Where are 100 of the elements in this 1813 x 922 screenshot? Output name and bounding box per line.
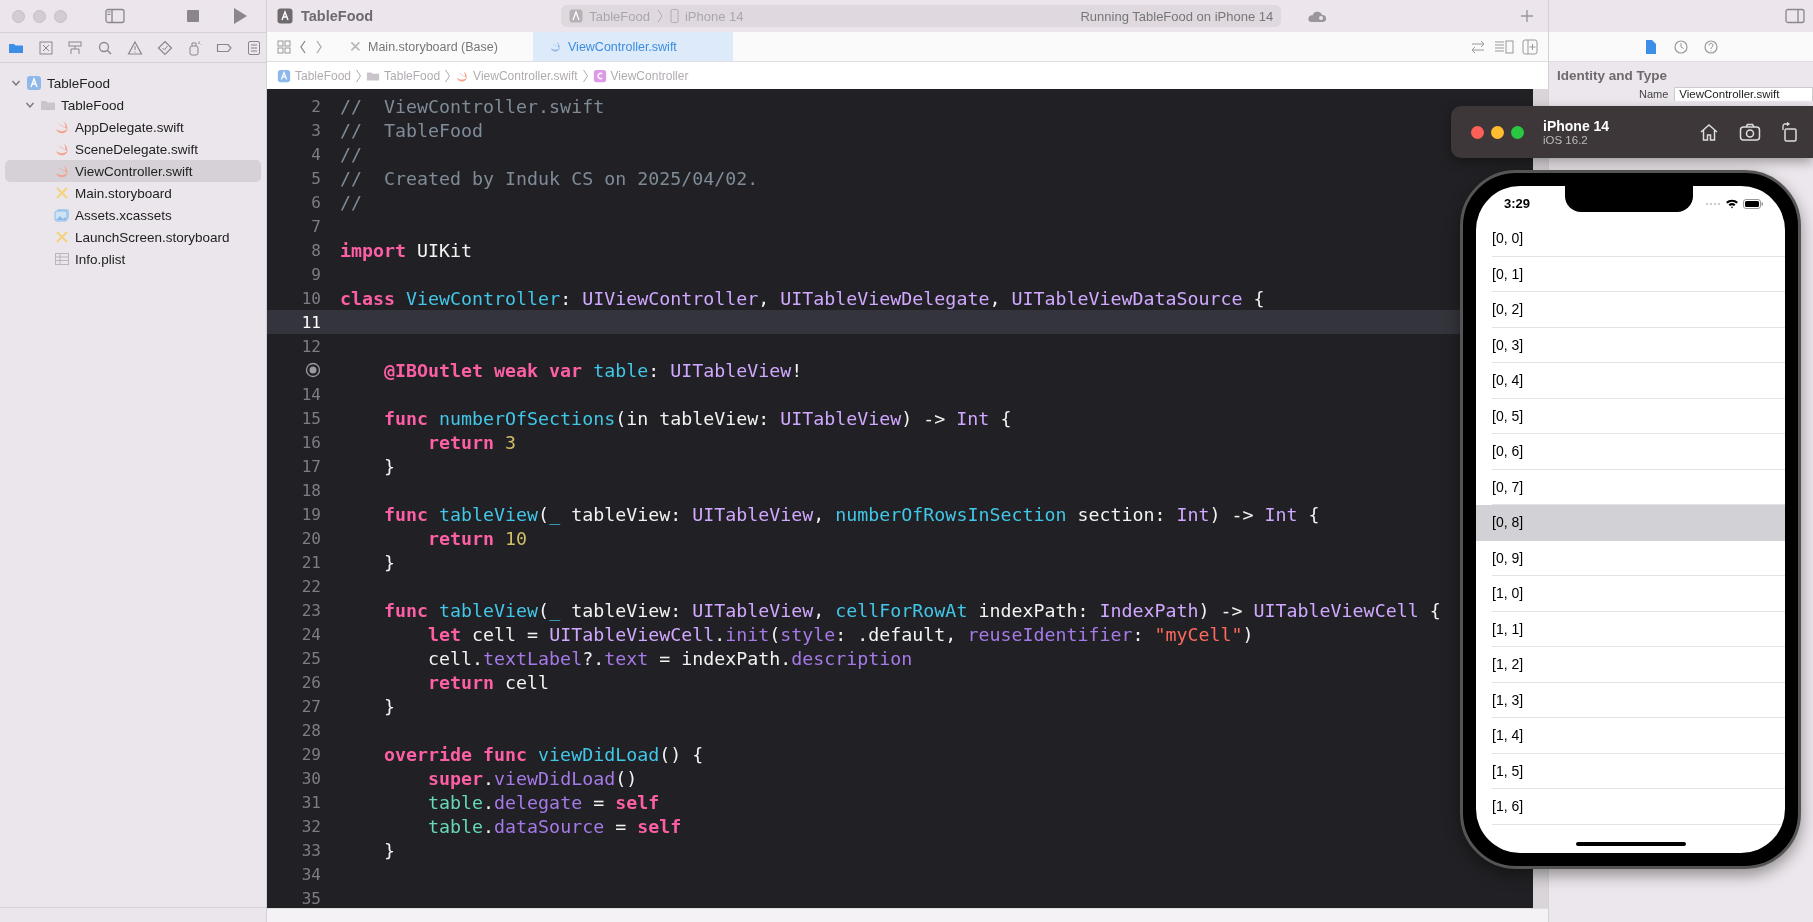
sidebar-toggle-icon[interactable] bbox=[1785, 8, 1805, 24]
selected-row-highlight[interactable]: ViewController.swift bbox=[5, 160, 261, 182]
table-row[interactable]: [0, 5] bbox=[1476, 398, 1785, 434]
code-line: } bbox=[384, 455, 396, 477]
row-label: [1, 0] bbox=[1492, 585, 1524, 602]
file-name[interactable]: Main.storyboard bbox=[75, 185, 172, 201]
line-number: 21 bbox=[300, 552, 321, 572]
row-label: [1, 6] bbox=[1492, 798, 1524, 815]
connection-dot-icon[interactable] bbox=[305, 362, 321, 378]
search-icon[interactable] bbox=[97, 39, 114, 56]
table-row[interactable]: [1, 3] bbox=[1476, 682, 1785, 718]
code-line: override func viewDidLoad() { bbox=[384, 743, 704, 765]
clock-icon[interactable] bbox=[1673, 38, 1689, 55]
line-number: 34 bbox=[300, 864, 321, 884]
table-row[interactable]: [1, 0] bbox=[1476, 576, 1785, 612]
window-button[interactable] bbox=[1511, 125, 1524, 139]
file-name[interactable]: SceneDelegate.swift bbox=[75, 141, 199, 157]
file-name[interactable]: LaunchScreen.storyboard bbox=[75, 229, 230, 245]
code-line: // bbox=[340, 143, 362, 165]
table-row[interactable]: [0, 8] bbox=[1476, 505, 1785, 541]
line-number: 27 bbox=[300, 696, 321, 716]
rotate-icon[interactable] bbox=[1781, 122, 1799, 142]
line-number: 23 bbox=[300, 600, 321, 620]
help-icon[interactable] bbox=[1703, 38, 1719, 55]
hierarchy-icon[interactable] bbox=[67, 39, 84, 56]
class-icon bbox=[592, 68, 607, 83]
name-field[interactable]: ViewController.swift bbox=[1674, 87, 1813, 101]
grid-icon[interactable] bbox=[277, 39, 291, 54]
code-line: func numberOfSections(in tableView: UITableView) -> Int { bbox=[384, 407, 1012, 429]
row-label: [0, 8] bbox=[1492, 514, 1524, 531]
chevron-right-icon bbox=[444, 68, 452, 83]
table-row[interactable]: [0, 1] bbox=[1476, 256, 1785, 292]
list-icon[interactable] bbox=[246, 39, 263, 56]
editor-tab[interactable]: Main.storyboard (Base) bbox=[333, 32, 533, 61]
line-number: 32 bbox=[300, 816, 321, 836]
storyboard-file-icon bbox=[54, 185, 70, 201]
table-row[interactable]: [0, 2] bbox=[1476, 292, 1785, 328]
table-row[interactable]: [1, 5] bbox=[1476, 753, 1785, 789]
window-button[interactable] bbox=[1471, 125, 1484, 139]
line-number: 35 bbox=[300, 888, 321, 908]
back-icon[interactable] bbox=[299, 39, 307, 54]
code-line: table.dataSource = self bbox=[428, 815, 682, 837]
file-name[interactable]: ViewController.swift bbox=[75, 163, 193, 179]
disclosure-caret-icon[interactable] bbox=[11, 78, 21, 88]
table-row[interactable]: [0, 0] bbox=[1476, 221, 1785, 257]
image-assets-icon bbox=[54, 207, 70, 223]
file-name[interactable]: TableFood bbox=[47, 75, 111, 91]
inspector-layout-icon[interactable] bbox=[1494, 39, 1514, 54]
code-line: return cell bbox=[428, 671, 550, 693]
row-label: [1, 4] bbox=[1492, 727, 1524, 744]
code-line: cell.textLabel?.text = indexPath.description bbox=[428, 647, 913, 669]
forward-icon[interactable] bbox=[315, 39, 323, 54]
table-row[interactable]: [1, 6] bbox=[1476, 789, 1785, 825]
chevron-right-icon bbox=[355, 68, 363, 83]
table-row[interactable]: [1, 4] bbox=[1476, 718, 1785, 754]
run-icon[interactable] bbox=[232, 7, 248, 25]
battery-icon bbox=[1743, 198, 1763, 209]
line-number: 10 bbox=[300, 288, 321, 308]
swap-arrows-icon[interactable] bbox=[1470, 39, 1486, 54]
file-name[interactable]: Assets.xcassets bbox=[75, 207, 172, 223]
file-name[interactable]: Info.plist bbox=[75, 251, 126, 267]
disclosure-caret-icon[interactable] bbox=[25, 100, 35, 110]
code-line: class ViewController: UIViewController, UITableViewDelegate, UITableViewDataSource { bbox=[340, 287, 1265, 309]
home-icon[interactable] bbox=[1699, 122, 1719, 142]
code-line: func tableView(_ tableView: UITableView, numberOfRowsInSection section: Int) -> Int { bbox=[384, 503, 1320, 525]
square-x-icon[interactable] bbox=[37, 39, 54, 56]
code-editor[interactable] bbox=[267, 89, 1533, 908]
app-icon bbox=[569, 9, 584, 23]
table-file-icon bbox=[54, 251, 70, 267]
diamond-check-icon[interactable] bbox=[156, 39, 173, 56]
code-line: return 10 bbox=[428, 527, 528, 549]
row-label: [1, 5] bbox=[1492, 762, 1524, 779]
table-row[interactable]: [0, 4] bbox=[1476, 363, 1785, 399]
table-row[interactable]: [0, 3] bbox=[1476, 327, 1785, 363]
os-version: iOS 16.2 bbox=[1543, 134, 1589, 146]
table-row[interactable]: [1, 1] bbox=[1476, 611, 1785, 647]
document-icon[interactable] bbox=[1643, 38, 1659, 55]
file-name[interactable]: TableFood bbox=[61, 97, 125, 113]
window-button[interactable] bbox=[1491, 125, 1504, 139]
warning-icon[interactable] bbox=[127, 39, 143, 56]
line-number: 17 bbox=[300, 456, 321, 476]
table-row[interactable]: [1, 2] bbox=[1476, 647, 1785, 683]
device-name: iPhone 14 bbox=[1543, 118, 1610, 134]
code-line: import UIKit bbox=[340, 239, 473, 261]
row-label: [0, 0] bbox=[1492, 230, 1524, 247]
swift-file-icon bbox=[54, 119, 70, 135]
line-number: 14 bbox=[300, 384, 321, 404]
plus-icon[interactable] bbox=[1520, 9, 1534, 23]
camera-icon[interactable] bbox=[1739, 122, 1761, 142]
sidebar-toggle-icon[interactable] bbox=[105, 8, 125, 24]
file-name[interactable]: AppDelegate.swift bbox=[75, 119, 184, 135]
table-row[interactable]: [0, 6] bbox=[1476, 434, 1785, 470]
spray-icon[interactable] bbox=[186, 39, 203, 56]
add-editor-icon[interactable] bbox=[1522, 38, 1538, 55]
app-icon bbox=[277, 68, 291, 83]
line-number: 4 bbox=[310, 144, 321, 164]
stop-icon[interactable] bbox=[186, 9, 200, 23]
cloud-icon bbox=[1307, 9, 1328, 23]
row-label: [0, 4] bbox=[1492, 372, 1524, 389]
table-row[interactable]: [0, 9] bbox=[1476, 540, 1785, 576]
